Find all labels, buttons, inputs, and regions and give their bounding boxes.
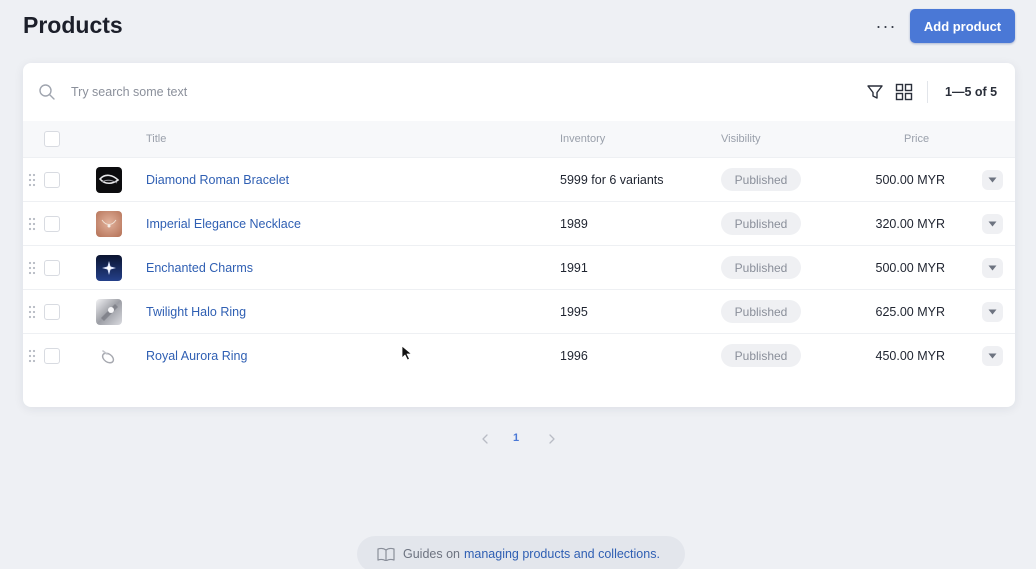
column-header-visibility[interactable]: Visibility [721,133,761,145]
row-actions-button[interactable] [982,302,1003,322]
row-checkbox[interactable] [44,172,60,188]
product-title-link[interactable]: Enchanted Charms [146,261,253,275]
row-actions-button[interactable] [982,258,1003,278]
drag-handle-icon[interactable] [28,304,36,320]
table-header: Title Inventory Visibility Price [23,121,1015,157]
price-value: 450.00 MYR [875,349,945,363]
add-product-button[interactable]: Add product [910,9,1015,43]
row-checkbox[interactable] [44,216,60,232]
inventory-value: 1989 [560,217,588,231]
column-header-title[interactable]: Title [146,133,166,145]
pagination: 1 [0,428,1036,450]
table-row[interactable]: Royal Aurora Ring 1996 Published 450.00 … [23,333,1015,377]
status-badge: Published [721,300,801,323]
table-toolbar: 1—5 of 5 [23,63,1015,121]
row-checkbox[interactable] [44,304,60,320]
product-thumbnail [96,299,122,325]
more-options-button[interactable]: ··· [868,12,904,40]
product-thumbnail [96,343,122,369]
price-value: 500.00 MYR [875,173,945,187]
row-actions-button[interactable] [982,346,1003,366]
chevron-right-icon[interactable] [545,431,559,447]
caret-down-icon [988,177,997,183]
row-actions-button[interactable] [982,214,1003,234]
caret-down-icon [988,265,997,271]
price-value: 320.00 MYR [875,217,945,231]
status-badge: Published [721,168,801,191]
inventory-value: 1996 [560,349,588,363]
inventory-value: 1991 [560,261,588,275]
table-row[interactable]: Enchanted Charms 1991 Published 500.00 M… [23,245,1015,289]
table-row[interactable]: Imperial Elegance Necklace 1989 Publishe… [23,201,1015,245]
filter-icon[interactable] [866,83,884,101]
caret-down-icon [988,353,997,359]
products-card: 1—5 of 5 Title Inventory Visibility Pric… [23,63,1015,407]
grid-view-icon[interactable] [895,83,913,101]
drag-handle-icon[interactable] [28,348,36,364]
search-icon [39,84,55,100]
guide-link[interactable]: managing products and collections. [464,547,660,561]
status-badge: Published [721,256,801,279]
product-title-link[interactable]: Diamond Roman Bracelet [146,173,289,187]
product-title-link[interactable]: Royal Aurora Ring [146,349,247,363]
caret-down-icon [988,309,997,315]
results-range: 1—5 of 5 [945,85,998,99]
price-value: 500.00 MYR [875,261,945,275]
inventory-value: 5999 for 6 variants [560,173,664,187]
price-value: 625.00 MYR [875,305,945,319]
search-input[interactable] [71,81,571,103]
drag-handle-icon[interactable] [28,172,36,188]
column-header-inventory[interactable]: Inventory [560,133,605,145]
guide-banner: Guides on managing products and collecti… [357,536,685,569]
status-badge: Published [721,212,801,235]
product-thumbnail [96,211,122,237]
product-title-link[interactable]: Imperial Elegance Necklace [146,217,301,231]
row-checkbox[interactable] [44,260,60,276]
caret-down-icon [988,221,997,227]
chevron-left-icon[interactable] [478,431,492,447]
drag-handle-icon[interactable] [28,216,36,232]
book-icon [377,547,395,561]
drag-handle-icon[interactable] [28,260,36,276]
table-row[interactable]: Twilight Halo Ring 1995 Published 625.00… [23,289,1015,333]
guide-text: Guides on [403,547,460,561]
inventory-value: 1995 [560,305,588,319]
page-number-current[interactable]: 1 [513,432,519,444]
product-title-link[interactable]: Twilight Halo Ring [146,305,246,319]
mouse-cursor-icon [401,345,412,361]
status-badge: Published [721,344,801,367]
select-all-checkbox[interactable] [44,131,60,147]
row-checkbox[interactable] [44,348,60,364]
product-thumbnail [96,167,122,193]
column-header-price[interactable]: Price [904,133,929,145]
table-row[interactable]: Diamond Roman Bracelet 5999 for 6 varian… [23,157,1015,201]
product-thumbnail [96,255,122,281]
toolbar-divider [927,81,928,103]
page-title: Products [23,12,123,38]
row-actions-button[interactable] [982,170,1003,190]
